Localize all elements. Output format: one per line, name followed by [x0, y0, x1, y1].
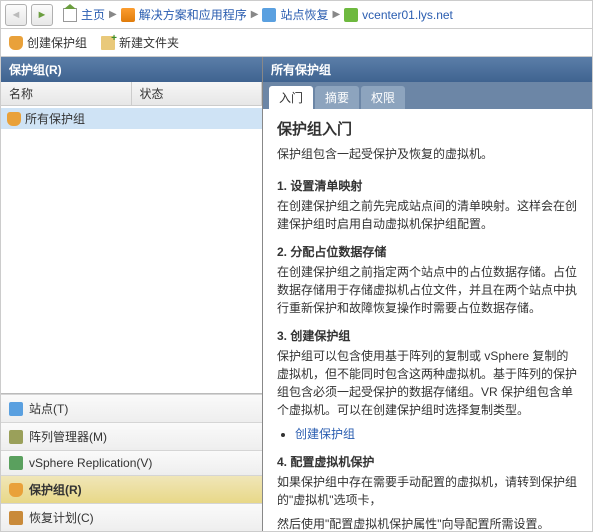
page-title: 保护组入门 — [277, 119, 578, 142]
nav-vsphere-replication[interactable]: vSphere Replication(V) — [1, 450, 262, 475]
home-icon — [63, 8, 77, 22]
right-panel-header: 所有保护组 — [263, 57, 592, 82]
step2-text: 在创建保护组之前指定两个站点中的占位数据存储。占位数据存储用于存储虚拟机占位文件… — [277, 263, 578, 317]
shield-icon — [9, 483, 23, 497]
nav-label: 保护组(R) — [29, 481, 82, 498]
chevron-icon: ▶ — [332, 9, 340, 20]
replication-icon — [9, 456, 23, 470]
shield-icon — [7, 112, 21, 126]
tree-item-all-groups[interactable]: 所有保护组 — [1, 108, 262, 129]
nav-protection-group[interactable]: 保护组(R) — [1, 475, 262, 503]
bc-vcenter[interactable]: vcenter01.lys.net — [362, 8, 453, 22]
nav-label: vSphere Replication(V) — [29, 456, 152, 470]
chevron-icon: ▶ — [109, 9, 117, 20]
step4-text-1: 如果保护组中存在需要手动配置的虚拟机，请转到保护组的"虚拟机"选项卡， — [277, 473, 578, 509]
step2-heading: 2. 分配占位数据存储 — [277, 243, 578, 261]
tree-item-label: 所有保护组 — [25, 110, 85, 127]
protection-group-tree: 所有保护组 — [1, 106, 262, 393]
tab-permissions[interactable]: 权限 — [361, 86, 405, 109]
nav-label: 站点(T) — [29, 400, 68, 417]
bc-site[interactable]: 站点恢复 — [280, 6, 328, 23]
step3-text: 保护组可以包含使用基于阵列的复制或 vSphere 复制的虚拟机，但不能同时包含… — [277, 347, 578, 419]
right-panel: 所有保护组 入门 摘要 权限 保护组入门 保护组包含一起受保护及恢复的虚拟机。 … — [263, 57, 592, 531]
tab-bar: 入门 摘要 权限 — [263, 82, 592, 109]
toolbar-label: 创建保护组 — [27, 34, 87, 51]
nav-site[interactable]: 站点(T) — [1, 394, 262, 422]
nav-recovery-plan[interactable]: 恢复计划(C) — [1, 503, 262, 531]
site-icon — [262, 8, 276, 22]
col-status[interactable]: 状态 — [132, 82, 263, 105]
folder-icon — [101, 36, 115, 50]
bc-app[interactable]: 解决方案和应用程序 — [139, 6, 247, 23]
nav-label: 阵列管理器(M) — [29, 428, 107, 445]
plan-icon — [9, 511, 23, 525]
tree-columns: 名称 状态 — [1, 82, 262, 106]
content-pane: 保护组入门 保护组包含一起受保护及恢复的虚拟机。 1. 设置清单映射 在创建保护… — [263, 109, 592, 531]
create-protection-group-link[interactable]: 创建保护组 — [295, 427, 355, 441]
step3-heading: 3. 创建保护组 — [277, 327, 578, 345]
new-folder-button[interactable]: 新建文件夹 — [101, 34, 179, 51]
toolbar: 创建保护组 新建文件夹 — [1, 29, 592, 57]
nav-back-button[interactable]: ◄ — [5, 4, 27, 26]
left-panel: 保护组(R) 名称 状态 所有保护组 站点(T) 阵列管理器(M) vSpher… — [1, 57, 263, 531]
nav-array-manager[interactable]: 阵列管理器(M) — [1, 422, 262, 450]
breadcrumb-bar: ◄ ► 主页 ▶ 解决方案和应用程序 ▶ 站点恢复 ▶ vcenter01.ly… — [1, 1, 592, 29]
tab-summary[interactable]: 摘要 — [315, 86, 359, 109]
bc-home[interactable]: 主页 — [81, 6, 105, 23]
toolbar-label: 新建文件夹 — [119, 34, 179, 51]
col-name[interactable]: 名称 — [1, 82, 132, 105]
nav-label: 恢复计划(C) — [29, 509, 94, 526]
step1-heading: 1. 设置清单映射 — [277, 177, 578, 195]
site-icon — [9, 402, 23, 416]
step1-text: 在创建保护组之前先完成站点间的清单映射。这样会在创建保护组时启用自动虚拟机保护组… — [277, 197, 578, 233]
chevron-icon: ▶ — [251, 9, 259, 20]
bottom-nav: 站点(T) 阵列管理器(M) vSphere Replication(V) 保护… — [1, 393, 262, 531]
step4-heading: 4. 配置虚拟机保护 — [277, 453, 578, 471]
app-icon — [121, 8, 135, 22]
nav-forward-button[interactable]: ► — [31, 4, 53, 26]
page-subtitle: 保护组包含一起受保护及恢复的虚拟机。 — [277, 145, 578, 163]
create-protection-group-button[interactable]: 创建保护组 — [9, 34, 87, 51]
breadcrumb: 主页 ▶ 解决方案和应用程序 ▶ 站点恢复 ▶ vcenter01.lys.ne… — [57, 6, 588, 23]
shield-icon — [9, 36, 23, 50]
tab-getting-started[interactable]: 入门 — [269, 86, 313, 109]
left-panel-header: 保护组(R) — [1, 57, 262, 82]
vcenter-icon — [344, 8, 358, 22]
step4-text-2: 然后使用"配置虚拟机保护属性"向导配置所需设置。 — [277, 515, 578, 532]
array-icon — [9, 430, 23, 444]
